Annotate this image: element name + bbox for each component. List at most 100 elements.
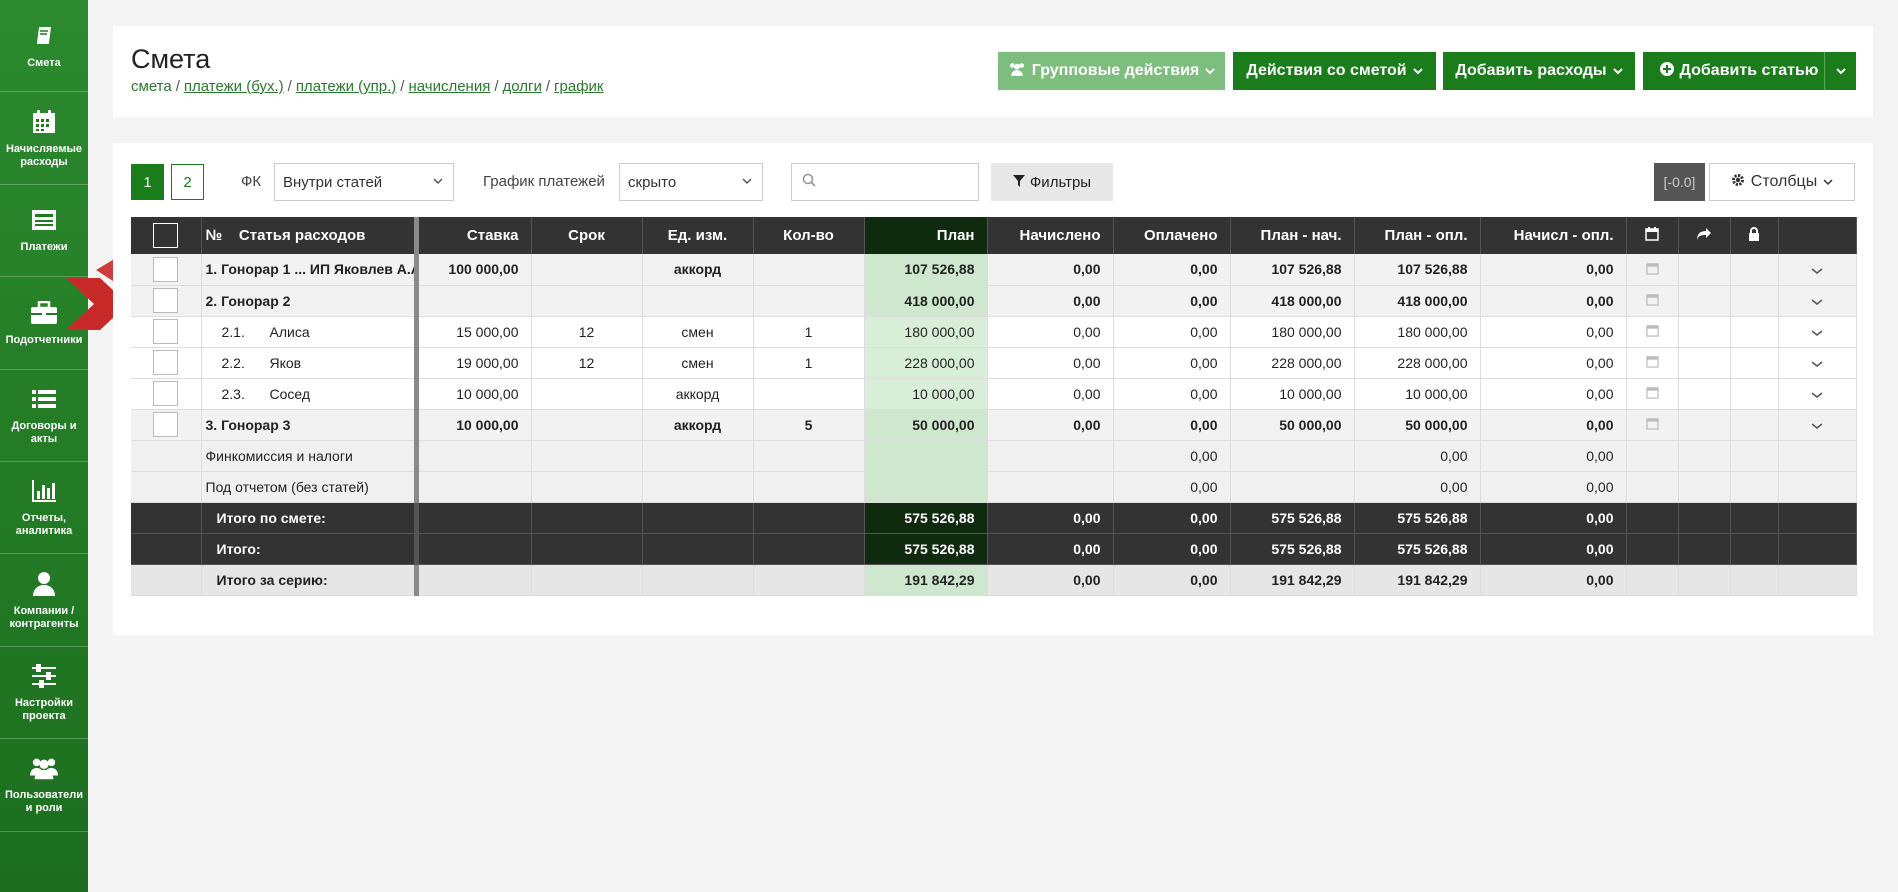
sidebar-item-accrued-expenses[interactable]: Начисляемые расходы — [0, 92, 88, 185]
cell-accrued-minus-paid: 0,00 — [1480, 502, 1627, 534]
number-format-button[interactable]: [-0.0] — [1654, 163, 1705, 201]
sidebar-item-label: Смета — [27, 56, 61, 69]
select-all-checkbox[interactable] — [153, 223, 179, 248]
cell-unit[interactable]: аккорд — [642, 378, 754, 410]
cell-accrued-minus-paid: 0,00 — [1480, 440, 1627, 472]
breadcrumb-link-accruals[interactable]: начисления — [408, 78, 490, 95]
cell-term[interactable]: 12 — [531, 316, 643, 348]
estimate-actions-button[interactable]: Действия со сметой — [1233, 52, 1436, 90]
cell-unit[interactable] — [642, 285, 754, 317]
cell-plan-minus-paid: 228 000,00 — [1354, 347, 1481, 379]
total-label: Итого за серию: — [201, 564, 419, 596]
column-header-accrued[interactable]: Начислено — [987, 217, 1114, 254]
row-checkbox[interactable] — [153, 381, 179, 406]
cell-unit[interactable]: смен — [642, 347, 754, 379]
breadcrumb-link-debts[interactable]: долги — [503, 78, 542, 95]
sidebar-item-contracts[interactable]: Договоры и акты — [0, 370, 88, 462]
fk-select[interactable]: Внутри статей — [274, 163, 454, 201]
column-header-plan[interactable]: План — [864, 217, 988, 254]
cell-rate[interactable]: 15 000,00 — [416, 316, 532, 348]
row-checkbox[interactable] — [153, 256, 179, 282]
column-header-qty[interactable]: Кол-во — [753, 217, 865, 254]
add-item-dropdown-button[interactable] — [1824, 52, 1856, 90]
search-input[interactable] — [791, 163, 979, 201]
cell-plan-minus-paid: 50 000,00 — [1354, 409, 1481, 441]
column-header-accrued-minus-paid[interactable]: Начисл - опл. — [1480, 217, 1627, 254]
users-icon — [30, 754, 58, 782]
breadcrumb-link-payments-accounting[interactable]: платежи (бух.) — [184, 78, 284, 95]
chevron-down-icon[interactable] — [1811, 324, 1823, 340]
table-row[interactable]: 2. Гонорар 2 418 000,00 0,00 0,00 418 00… — [131, 285, 1857, 317]
row-checkbox[interactable] — [153, 319, 179, 344]
payment-schedule-select[interactable]: скрыто — [619, 163, 763, 201]
sidebar-item-users-roles[interactable]: Пользователи и роли — [0, 739, 88, 832]
chevron-down-icon[interactable] — [1811, 386, 1823, 402]
table-row[interactable]: 2.2. Яков 19 000,00 12 смен 1 228 000,00 … — [131, 347, 1857, 379]
columns-button[interactable]: Столбцы — [1709, 163, 1855, 201]
cell-rate[interactable]: 10 000,00 — [416, 378, 532, 410]
cell-qty[interactable]: 1 — [753, 347, 865, 379]
column-header-plan-minus-paid[interactable]: План - опл. — [1354, 217, 1481, 254]
column-header-unit[interactable]: Ед. изм. — [642, 217, 754, 254]
cell-term[interactable]: 12 — [531, 347, 643, 379]
cell-unit[interactable]: смен — [642, 316, 754, 348]
table-row[interactable]: 2.1. Алиса 15 000,00 12 смен 1 180 000,00… — [131, 316, 1857, 348]
cell-unit[interactable]: аккорд — [642, 254, 754, 286]
cell-plan-minus-accrued: 191 842,29 — [1230, 564, 1355, 596]
row-checkbox[interactable] — [153, 412, 179, 437]
breadcrumb-link-payments-management[interactable]: платежи (упр.) — [296, 78, 396, 95]
cell-qty[interactable] — [753, 285, 865, 317]
cell-term[interactable] — [531, 378, 643, 410]
group-actions-button[interactable]: Групповые действия — [998, 52, 1225, 90]
cell-unit[interactable]: аккорд — [642, 409, 754, 441]
add-expenses-button[interactable]: Добавить расходы — [1443, 52, 1635, 90]
cell-rate[interactable] — [416, 285, 532, 317]
table-row[interactable]: 2.3. Сосед 10 000,00 аккорд 10 000,00 0,0… — [131, 378, 1857, 410]
calendar-icon[interactable] — [1645, 355, 1659, 371]
cell-rate[interactable]: 19 000,00 — [416, 347, 532, 379]
calendar-icon[interactable] — [1645, 262, 1659, 278]
sidebar-item-companies[interactable]: Компании / контрагенты — [0, 554, 88, 647]
cell-qty[interactable] — [753, 378, 865, 410]
chevron-down-icon — [1835, 62, 1846, 80]
sidebar-item-project-settings[interactable]: Настройки проекта — [0, 647, 88, 740]
calendar-icon[interactable] — [1645, 293, 1659, 309]
sidebar: Смета Начисляемые расходы Платежи Подотч… — [0, 0, 88, 892]
cell-plan: 575 526,88 — [864, 533, 988, 565]
cell-term[interactable] — [531, 285, 643, 317]
row-checkbox[interactable] — [153, 350, 179, 375]
table-row[interactable]: 1. Гонорар 1 ... ИП Яковлев А.А. 100 000… — [131, 254, 1857, 286]
calendar-icon[interactable] — [1645, 417, 1659, 433]
sidebar-item-estimate[interactable]: Смета — [0, 0, 88, 93]
sidebar-item-reports[interactable]: Отчеты, аналитика — [0, 462, 88, 555]
chevron-down-icon[interactable] — [1811, 262, 1823, 278]
cell-accrued: 0,00 — [987, 502, 1114, 534]
breadcrumb-link-schedule[interactable]: график — [554, 78, 603, 95]
cell-rate[interactable]: 10 000,00 — [416, 409, 532, 441]
users-icon — [1008, 62, 1026, 81]
chevron-down-icon[interactable] — [1811, 355, 1823, 371]
chevron-down-icon[interactable] — [1811, 417, 1823, 433]
calendar-icon[interactable] — [1645, 324, 1659, 340]
chevron-down-icon[interactable] — [1811, 293, 1823, 309]
cell-rate[interactable]: 100 000,00 — [416, 254, 532, 286]
column-header-plan-minus-accrued[interactable]: План - нач. — [1230, 217, 1355, 254]
page-1-button[interactable]: 1 — [131, 164, 164, 200]
row-checkbox[interactable] — [153, 288, 179, 313]
page-2-button[interactable]: 2 — [171, 164, 204, 200]
table-row[interactable]: 3. Гонорар 3 10 000,00 аккорд 5 50 000,0… — [131, 409, 1857, 441]
calendar-icon[interactable] — [1645, 386, 1659, 402]
filters-button[interactable]: Фильтры — [991, 163, 1113, 201]
column-header-paid[interactable]: Оплачено — [1113, 217, 1231, 254]
cell-qty[interactable] — [753, 254, 865, 286]
cell-term[interactable] — [531, 254, 643, 286]
cell-plan-minus-accrued: 228 000,00 — [1230, 347, 1355, 379]
cell-qty[interactable]: 5 — [753, 409, 865, 441]
column-header-rate[interactable]: Ставка — [416, 217, 532, 254]
cell-qty[interactable]: 1 — [753, 316, 865, 348]
column-header-term[interactable]: Срок — [531, 217, 643, 254]
row-item-name: Финкомиссия и налоги — [201, 440, 419, 472]
cell-term[interactable] — [531, 409, 643, 441]
add-item-button[interactable]: Добавить статью — [1643, 52, 1835, 90]
sidebar-item-label: Пользователи и роли — [4, 789, 83, 815]
